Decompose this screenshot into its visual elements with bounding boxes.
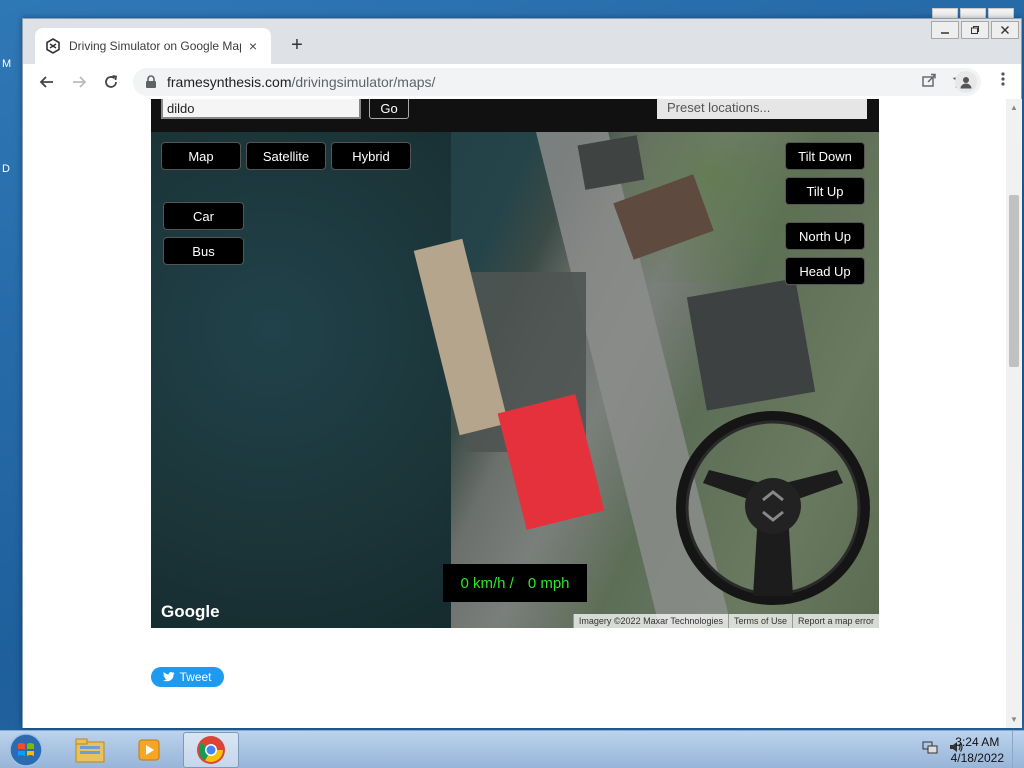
tab-strip: Driving Simulator on Google Maps × + — [23, 19, 1021, 64]
url-path: /drivingsimulator/maps/ — [291, 73, 436, 90]
vehicle-bus-button[interactable]: Bus — [163, 237, 244, 265]
twitter-bird-icon — [163, 672, 175, 682]
taskbar-clock[interactable]: 3:24 AM 4/18/2022 — [951, 734, 1004, 766]
report-error-link[interactable]: Report a map error — [791, 614, 879, 628]
taskbar-chrome[interactable] — [183, 732, 239, 768]
start-button[interactable] — [6, 732, 46, 768]
go-button[interactable]: Go — [369, 99, 409, 119]
google-logo: Google — [161, 602, 220, 621]
scroll-down-icon[interactable]: ▼ — [1010, 715, 1018, 724]
chrome-icon — [197, 736, 225, 764]
page-scrollbar[interactable]: ▲ ▼ — [1006, 99, 1022, 728]
preset-locations-select[interactable]: Preset locations... — [657, 99, 867, 119]
desktop-icon-label: D — [2, 163, 10, 175]
clock-date: 4/18/2022 — [950, 751, 1004, 765]
taskbar-explorer[interactable] — [62, 732, 118, 768]
tweet-label: Tweet — [179, 670, 212, 684]
location-controls: Go Preset locations... — [151, 99, 879, 132]
head-up-button[interactable]: Head Up — [785, 257, 865, 285]
lock-icon — [145, 74, 157, 89]
map-attribution: Imagery ©2022 Maxar Technologies Terms o… — [572, 614, 879, 628]
browser-tab[interactable]: Driving Simulator on Google Maps × — [35, 28, 271, 64]
tilt-up-button[interactable]: Tilt Up — [785, 177, 865, 205]
forward-button[interactable] — [63, 66, 95, 98]
vehicle-car-button[interactable]: Car — [163, 202, 244, 230]
tweet-button[interactable]: Tweet — [151, 667, 224, 687]
simulator-panel: Go Preset locations... Map Satellite Hyb… — [151, 99, 879, 628]
windows-taskbar: 3:24 AM 4/18/2022 — [0, 730, 1024, 768]
tab-close-icon[interactable]: × — [245, 38, 261, 54]
profile-avatar-icon[interactable] — [955, 70, 977, 93]
scroll-up-icon[interactable]: ▲ — [1010, 103, 1018, 112]
speed-mph: 0 mph — [527, 574, 570, 592]
terms-link[interactable]: Terms of Use — [727, 614, 792, 628]
scroll-thumb[interactable] — [1009, 195, 1019, 367]
window-controls — [931, 21, 1019, 39]
map-type-map-button[interactable]: Map — [161, 142, 241, 170]
url-host: framesynthesis.com — [167, 73, 292, 90]
north-up-button[interactable]: North Up — [785, 222, 865, 250]
menu-kebab-icon[interactable] — [1001, 71, 1005, 92]
back-button[interactable] — [31, 66, 63, 98]
media-player-icon — [138, 739, 160, 761]
location-search-input[interactable] — [161, 99, 361, 119]
page-content: Go Preset locations... Map Satellite Hyb… — [23, 99, 1007, 728]
tab-title: Driving Simulator on Google Maps — [69, 39, 241, 53]
tilt-down-button[interactable]: Tilt Down — [785, 142, 865, 170]
url-text: framesynthesis.com/drivingsimulator/maps… — [167, 74, 435, 90]
minimize-button[interactable] — [931, 21, 959, 39]
player-vehicle-roof — [497, 394, 605, 530]
speed-kmh: 0 km/h / — [460, 574, 514, 592]
new-tab-button[interactable]: + — [285, 33, 309, 57]
reload-icon — [105, 74, 118, 88]
site-favicon-icon — [45, 38, 61, 54]
network-icon[interactable] — [922, 739, 938, 755]
satellite-map[interactable]: Map Satellite Hybrid Car Bus Tilt Down T… — [151, 132, 879, 628]
share-icon[interactable] — [921, 72, 937, 91]
back-arrow-icon — [39, 75, 53, 88]
windows-logo-icon — [9, 733, 43, 767]
folder-icon — [75, 738, 105, 763]
taskbar-media-player[interactable] — [122, 732, 178, 768]
show-desktop-button[interactable] — [1012, 731, 1024, 768]
map-type-hybrid-button[interactable]: Hybrid — [331, 142, 411, 170]
map-type-satellite-button[interactable]: Satellite — [246, 142, 326, 170]
reload-button[interactable] — [95, 66, 127, 98]
speedometer: 0 km/h / 0 mph — [443, 564, 587, 602]
restore-button[interactable] — [961, 21, 989, 39]
imagery-credit: Imagery ©2022 Maxar Technologies — [572, 614, 728, 628]
clock-time: 3:24 AM — [955, 735, 1000, 749]
building — [686, 278, 816, 411]
steering-wheel-icon[interactable] — [673, 408, 873, 608]
desktop-icon-label: M — [2, 58, 12, 70]
close-window-button[interactable] — [991, 21, 1019, 39]
browser-toolbar: framesynthesis.com/drivingsimulator/maps… — [23, 64, 1021, 100]
forward-arrow-icon — [73, 75, 87, 88]
address-bar[interactable]: framesynthesis.com/drivingsimulator/maps… — [133, 67, 981, 96]
